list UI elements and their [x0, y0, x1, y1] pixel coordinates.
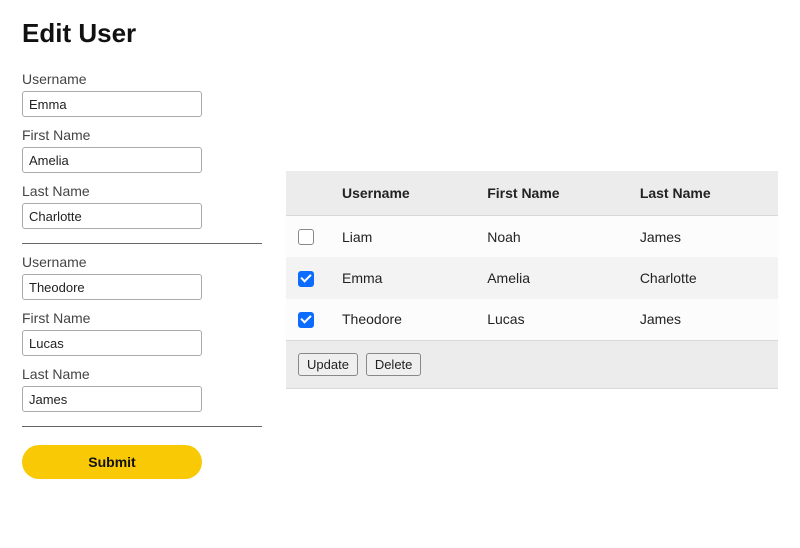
layout: Username First Name Last Name Username F…: [22, 71, 778, 479]
delete-button[interactable]: Delete: [366, 353, 422, 376]
firstname-input[interactable]: [22, 330, 202, 356]
page-title: Edit User: [22, 18, 778, 49]
cell-lastname: James: [628, 299, 778, 341]
cell-firstname: Noah: [475, 216, 628, 258]
submit-button[interactable]: Submit: [22, 445, 202, 479]
row-checkbox[interactable]: [298, 312, 314, 328]
table-row: Liam Noah James: [286, 216, 778, 258]
firstname-input[interactable]: [22, 147, 202, 173]
user-table-panel: Username First Name Last Name Liam Noah …: [286, 71, 778, 389]
cell-firstname: Lucas: [475, 299, 628, 341]
cell-username: Emma: [330, 257, 475, 298]
update-button[interactable]: Update: [298, 353, 358, 376]
username-label: Username: [22, 71, 262, 87]
lastname-label: Last Name: [22, 366, 262, 382]
col-firstname: First Name: [475, 171, 628, 216]
row-checkbox[interactable]: [298, 271, 314, 287]
firstname-label: First Name: [22, 310, 262, 326]
cell-lastname: James: [628, 216, 778, 258]
cell-firstname: Amelia: [475, 257, 628, 298]
username-label: Username: [22, 254, 262, 270]
table-header-row: Username First Name Last Name: [286, 171, 778, 216]
cell-username: Liam: [330, 216, 475, 258]
cell-lastname: Charlotte: [628, 257, 778, 298]
col-lastname: Last Name: [628, 171, 778, 216]
lastname-input[interactable]: [22, 203, 202, 229]
col-checkbox: [286, 171, 330, 216]
divider: [22, 243, 262, 244]
user-table: Username First Name Last Name Liam Noah …: [286, 171, 778, 389]
cell-username: Theodore: [330, 299, 475, 341]
firstname-label: First Name: [22, 127, 262, 143]
col-username: Username: [330, 171, 475, 216]
username-input[interactable]: [22, 274, 202, 300]
lastname-label: Last Name: [22, 183, 262, 199]
table-actions-row: Update Delete: [286, 340, 778, 388]
username-input[interactable]: [22, 91, 202, 117]
table-row: Emma Amelia Charlotte: [286, 257, 778, 298]
row-checkbox[interactable]: [298, 229, 314, 245]
edit-form: Username First Name Last Name Username F…: [22, 71, 262, 479]
divider: [22, 426, 262, 427]
lastname-input[interactable]: [22, 386, 202, 412]
table-row: Theodore Lucas James: [286, 299, 778, 341]
